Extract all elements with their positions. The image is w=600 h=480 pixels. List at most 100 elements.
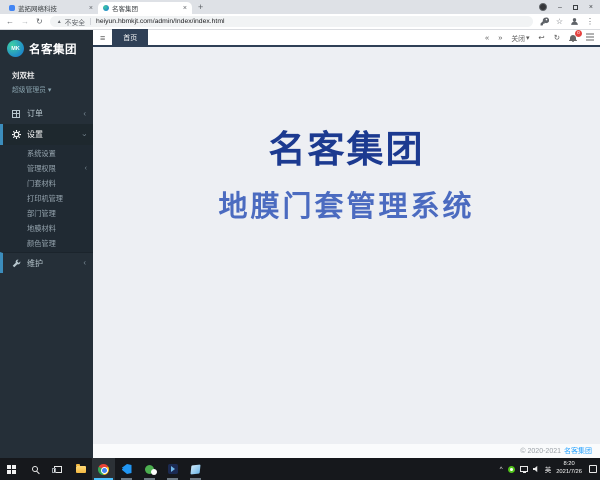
wechat-icon [145, 465, 154, 474]
close-button[interactable]: × [589, 4, 593, 11]
address-bar[interactable]: ▲ 不安全 heiyun.hbmkjt.com/admin/Index/inde… [50, 16, 533, 27]
submenu-item-system-settings[interactable]: 系统设置 [0, 146, 93, 161]
network-icon[interactable] [520, 466, 528, 472]
minimize-button[interactable]: – [558, 4, 562, 11]
vscode-taskbar-button[interactable] [115, 458, 138, 480]
submenu-label: 部门管理 [27, 209, 56, 219]
page-footer: © 2020-2021 名客集团 [93, 444, 600, 458]
vscode-icon [122, 464, 132, 474]
chrome-menu-icon[interactable]: ⋮ [586, 18, 594, 26]
sidebar-item-label: 订单 [27, 108, 43, 119]
sidebar-item-label: 设置 [27, 129, 43, 140]
header-actions: « » 关闭 ▾ ↩ ↻ 0 [485, 33, 600, 43]
system-tray: ^ 英 8:20 2021/7/26 [500, 461, 600, 477]
url-text[interactable]: heiyun.hbmkjt.com/admin/Index/index.html [96, 18, 224, 25]
ime-indicator[interactable]: 英 [545, 464, 552, 474]
page-subtitle: 地膜门套管理系统 [93, 183, 600, 225]
tab2-title: 名客集团 [112, 3, 180, 13]
sidebar-brand[interactable]: MK 名客集团 [0, 30, 93, 65]
sidebar-item-maintenance[interactable]: 维护 ‹ [0, 252, 93, 273]
wechat-taskbar-button[interactable] [138, 458, 161, 480]
menu-list-icon[interactable] [586, 33, 594, 43]
chevron-down-icon: ‹ [81, 133, 89, 136]
sidebar-item-settings[interactable]: 设置 ‹ [0, 124, 93, 145]
clock-date: 2021/7/26 [556, 469, 582, 477]
footer-brand-link[interactable]: 名客集团 [564, 446, 592, 456]
tab2-close-icon[interactable]: × [183, 5, 187, 12]
chrome-taskbar-button[interactable] [92, 458, 115, 480]
start-button[interactable] [0, 458, 23, 480]
browser-tab-inactive[interactable]: 蓝拓网络科技 × [4, 2, 98, 14]
new-tab-button[interactable]: + [198, 2, 203, 12]
bookmark-star-icon[interactable]: ☆ [556, 18, 563, 26]
notification-badge: 0 [575, 30, 582, 37]
wechat-tray-icon[interactable] [508, 466, 515, 473]
profile-icon[interactable] [539, 3, 547, 11]
user-role-label: 超级管理员 [12, 87, 46, 94]
lightblue-app-icon [190, 464, 200, 474]
task-view-button[interactable] [46, 458, 69, 480]
clock-time: 8:20 [556, 461, 582, 469]
submenu-label: 门套材料 [27, 179, 56, 189]
user-name: 刘双柱 [12, 70, 81, 81]
folder-icon [76, 466, 86, 473]
taskbar-apps [0, 458, 207, 480]
submenu-label: 颜色管理 [27, 239, 56, 249]
window-controls: – × [539, 0, 600, 14]
submenu-label: 管理权限 [27, 164, 56, 174]
back-icon[interactable]: ↩ [538, 33, 544, 42]
taskbar-search-button[interactable] [23, 458, 46, 480]
brand-logo-icon: MK [7, 40, 24, 57]
submenu-item-door-material[interactable]: 门套材料 [0, 176, 93, 191]
address-divider [90, 18, 91, 25]
orders-grid-icon [12, 110, 23, 118]
tab1-close-icon[interactable]: × [89, 5, 93, 12]
password-key-icon[interactable] [540, 17, 549, 26]
submenu-label: 地膜材料 [27, 224, 56, 234]
action-center-icon[interactable] [589, 465, 597, 473]
back-button[interactable]: ← [6, 18, 14, 26]
taskbar: ^ 英 8:20 2021/7/26 [0, 458, 600, 480]
sidebar: MK 名客集团 刘双柱 超级管理员 ▾ 订单 ‹ [0, 30, 93, 458]
volume-icon[interactable] [533, 466, 540, 473]
sidebar-item-orders[interactable]: 订单 ‹ [0, 103, 93, 124]
taskbar-clock[interactable]: 8:20 2021/7/26 [556, 461, 582, 477]
scroll-tabs-left-icon[interactable]: « [485, 33, 489, 42]
chevron-left-icon: ‹ [85, 165, 87, 172]
refresh-icon[interactable]: ↻ [554, 33, 560, 42]
submenu-item-department[interactable]: 部门管理 [0, 206, 93, 221]
file-explorer-button[interactable] [69, 458, 92, 480]
chevron-left-icon: ‹ [83, 259, 86, 267]
submenu-item-permissions[interactable]: 管理权限 ‹ [0, 161, 93, 176]
hamburger-icon[interactable]: ≡ [93, 33, 112, 43]
reload-button[interactable]: ↻ [36, 18, 43, 26]
submenu-label: 打印机管理 [27, 194, 63, 204]
screen: 蓝拓网络科技 × 名客集团 × + – × ← → ↻ ▲ 不安全 heiyun… [0, 0, 600, 480]
submenu-item-color[interactable]: 颜色管理 [0, 236, 93, 251]
close-tabs-label: 关闭 [511, 33, 525, 43]
tray-expand-icon[interactable]: ^ [500, 466, 503, 473]
forward-button[interactable]: → [21, 18, 29, 26]
settings-submenu: 系统设置 管理权限 ‹ 门套材料 打印机管理 部门管理 地膜材料 颜色管理 [0, 145, 93, 252]
lightblue-app-taskbar-button[interactable] [184, 458, 207, 480]
browser-tab-active[interactable]: 名客集团 × [98, 2, 192, 14]
tab-home[interactable]: 首页 [112, 29, 148, 46]
chevron-left-icon: ‹ [83, 110, 86, 118]
security-label[interactable]: 不安全 [65, 17, 85, 27]
user-role[interactable]: 超级管理员 ▾ [12, 84, 81, 94]
close-tabs-dropdown[interactable]: 关闭 ▾ [511, 33, 529, 43]
tab1-favicon-icon [9, 5, 15, 11]
user-panel[interactable]: 刘双柱 超级管理员 ▾ [0, 65, 93, 103]
blue-app-taskbar-button[interactable] [161, 458, 184, 480]
caret-down-icon: ▾ [526, 34, 529, 42]
submenu-item-printer[interactable]: 打印机管理 [0, 191, 93, 206]
user-role-caret-icon: ▾ [48, 87, 51, 94]
page-title: 名客集团 [93, 119, 600, 173]
notification-bell[interactable]: 0 [569, 34, 577, 42]
avatar-icon[interactable] [570, 17, 579, 26]
page-viewport: MK 名客集团 刘双柱 超级管理员 ▾ 订单 ‹ [0, 30, 600, 458]
submenu-item-film-material[interactable]: 地膜材料 [0, 221, 93, 236]
scroll-tabs-right-icon[interactable]: » [498, 33, 502, 42]
tab1-title: 蓝拓网络科技 [18, 3, 86, 13]
maximize-button[interactable] [573, 5, 578, 10]
